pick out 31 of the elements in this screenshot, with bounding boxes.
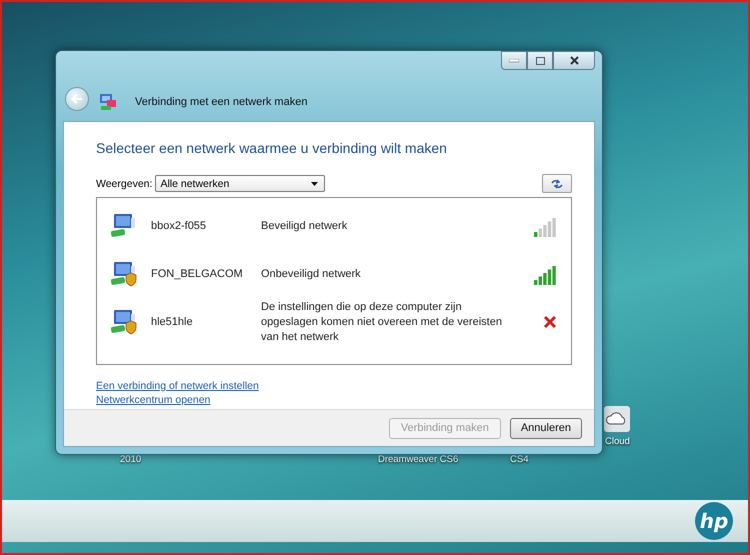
- desktop-icon-label[interactable]: Cloud: [605, 436, 630, 447]
- caret-icon: [311, 182, 318, 186]
- desktop-icon-label[interactable]: 2010: [120, 454, 142, 465]
- minimize-icon: [509, 58, 519, 62]
- filter-label: Weergeven:: [96, 178, 152, 190]
- network-status: De instellingen die op deze computer zijn opgeslagen komen niet overeen met de vereisten van het netwerk: [261, 300, 503, 344]
- maximize-button[interactable]: [527, 51, 553, 70]
- close-button[interactable]: [553, 51, 595, 70]
- network-status: Onbeveiligd netwerk: [261, 266, 362, 282]
- link[interactable]: Een verbinding of netwerk instellen: [96, 379, 259, 393]
- desktop-icon-label[interactable]: Dreamweaver CS6: [378, 454, 458, 465]
- cloud-icon[interactable]: [604, 406, 630, 432]
- cancel-button[interactable]: Annuleren: [510, 418, 582, 438]
- network-status: Beveiligd netwerk: [261, 218, 348, 234]
- refresh-button[interactable]: [542, 174, 572, 193]
- network-name: FON_BELGACOM: [151, 268, 244, 280]
- network-computer-icon: [99, 93, 117, 111]
- filter-dropdown[interactable]: Alle netwerken: [155, 175, 326, 192]
- back-arrow-icon: [71, 94, 83, 104]
- maximize-icon: [536, 56, 544, 64]
- minimize-button[interactable]: [501, 51, 527, 70]
- desktop-icon-label[interactable]: CS4: [510, 454, 528, 465]
- close-icon: [570, 56, 578, 65]
- window-title: Verbinding met een netwerk maken: [135, 96, 308, 108]
- back-button[interactable]: [65, 87, 89, 111]
- refresh-icon: [550, 178, 564, 188]
- network-name: bbox2-f055: [151, 220, 208, 232]
- error-x-icon: [543, 315, 557, 329]
- link[interactable]: Netwerkcentrum openen: [96, 393, 210, 407]
- instruction-heading: Selecteer een netwerk waarmee u verbinding wilt maken: [96, 140, 448, 156]
- network-name: hle51hle: [151, 316, 194, 328]
